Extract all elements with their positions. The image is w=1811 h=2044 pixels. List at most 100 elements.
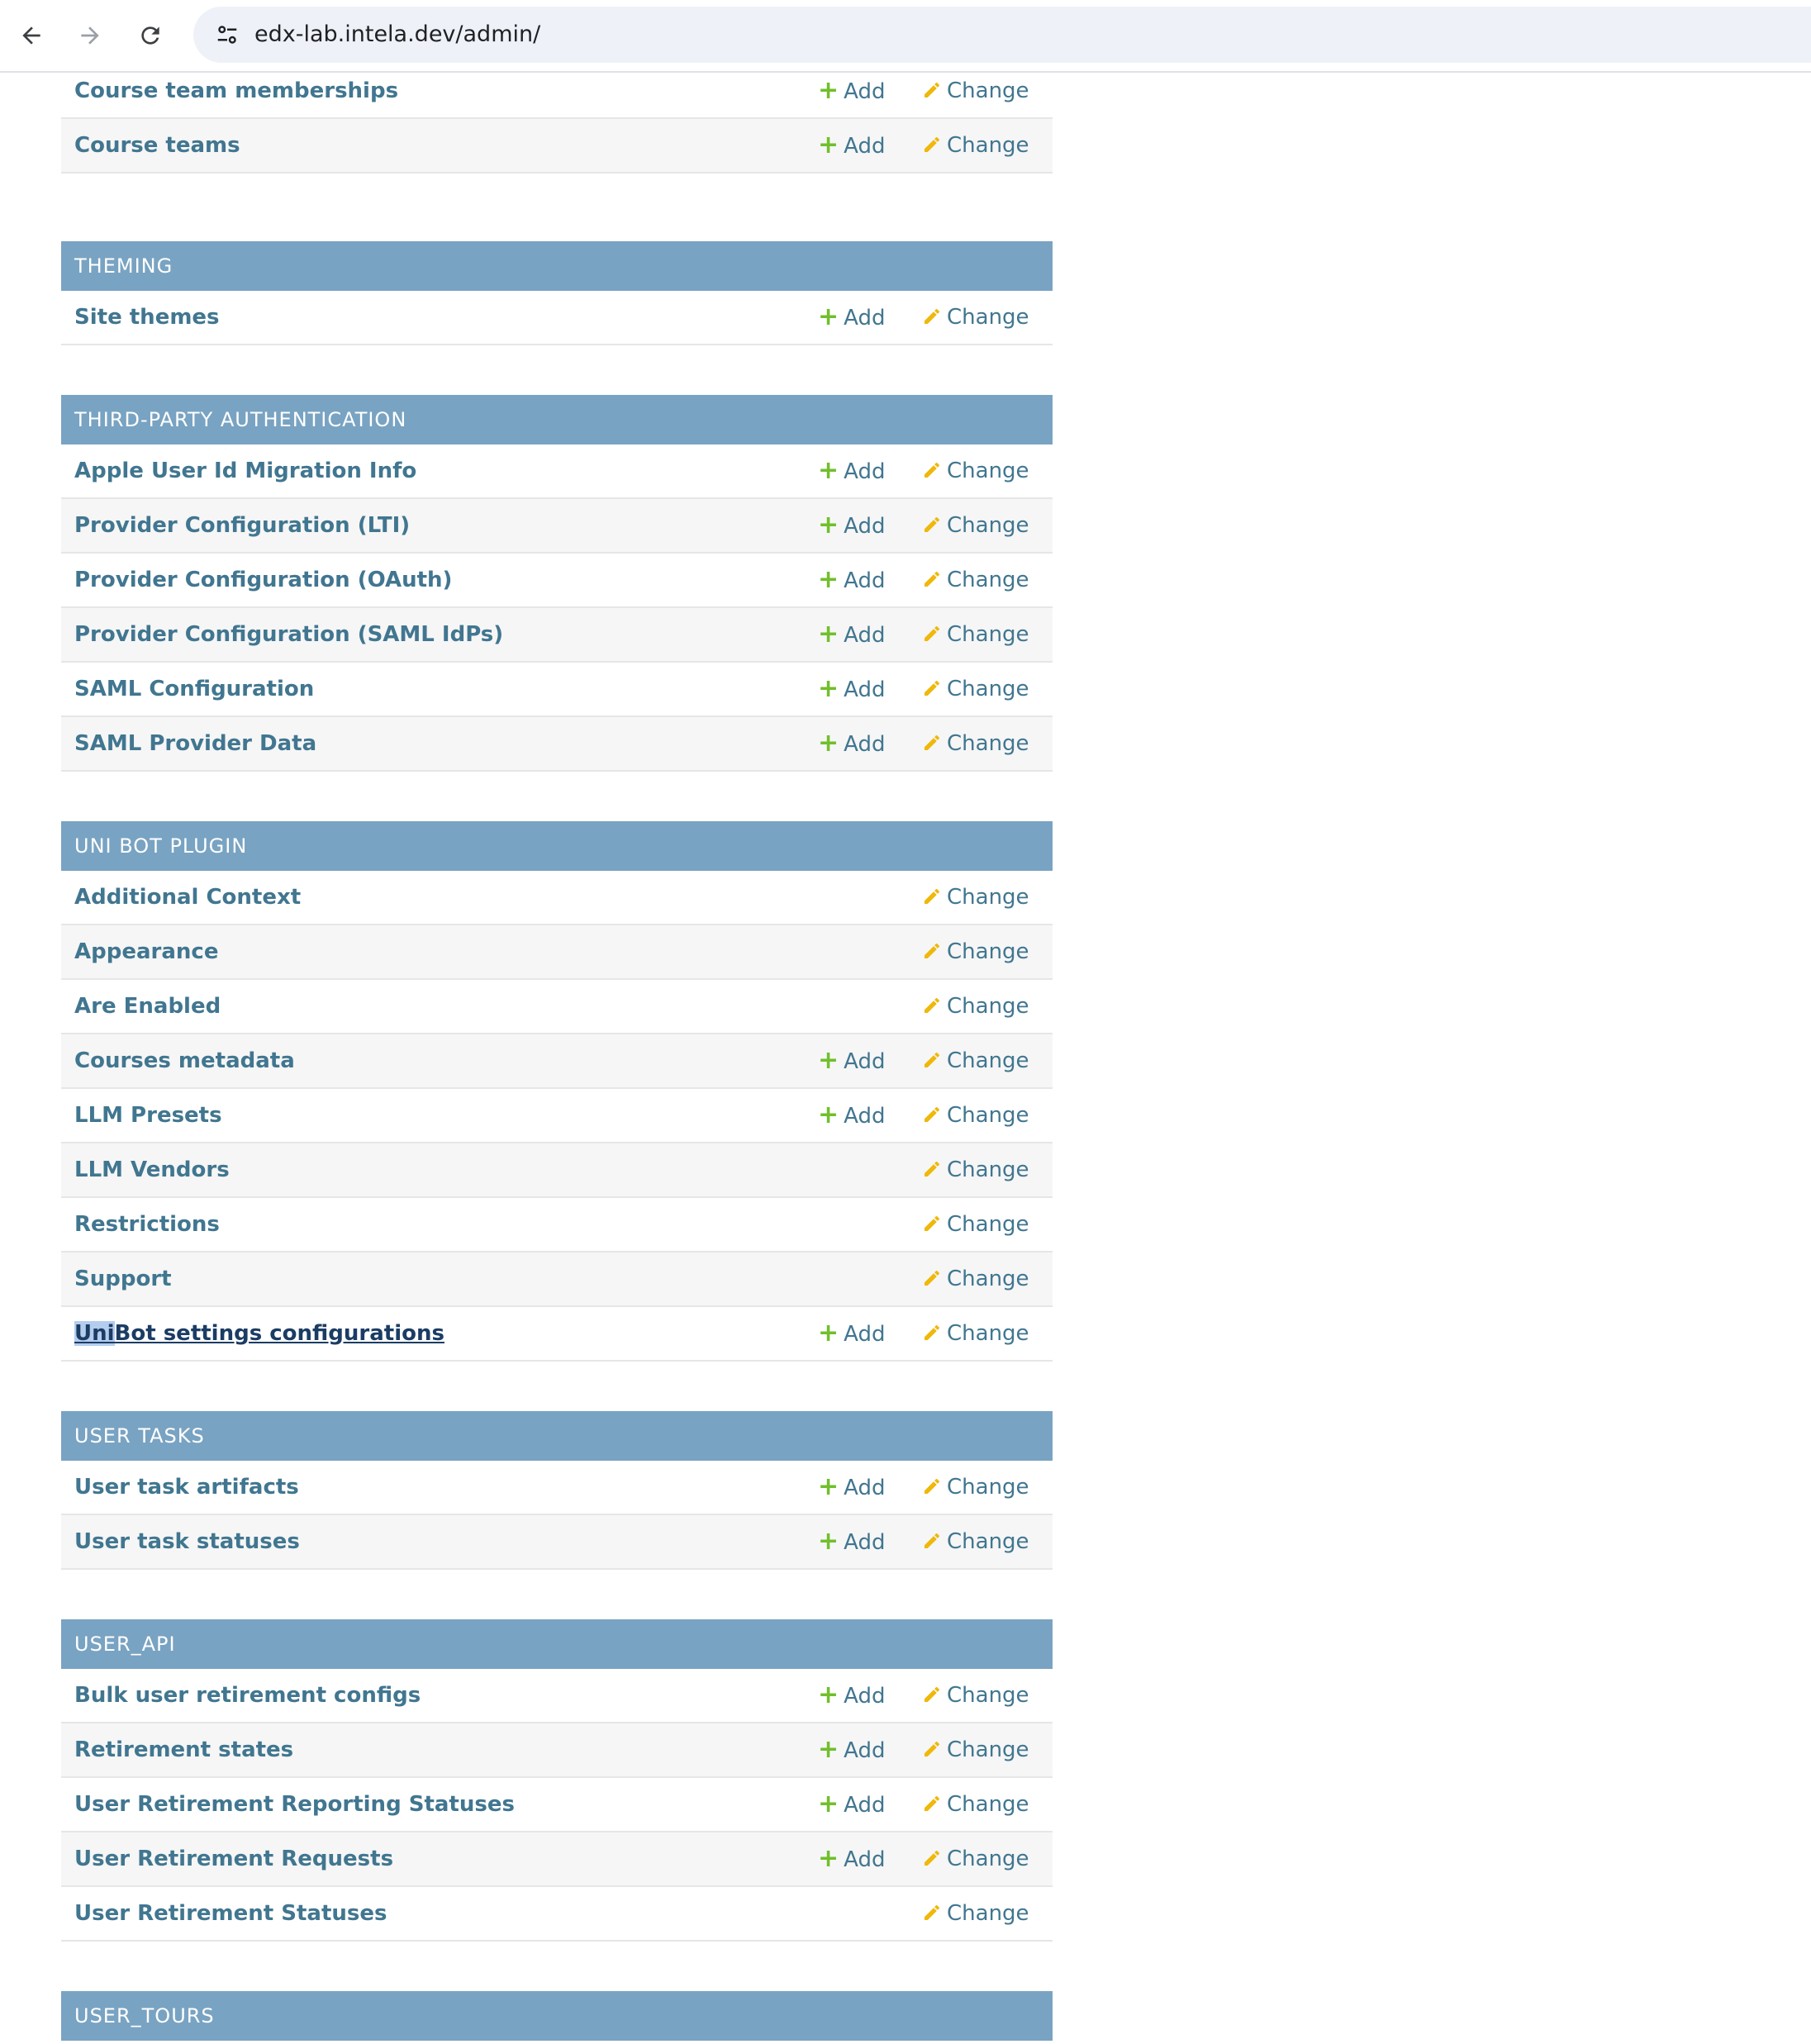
arrow-left-icon — [22, 26, 40, 45]
change-link[interactable]: Change — [922, 1887, 1029, 1940]
model-link[interactable]: Appearance — [74, 925, 218, 978]
model-row: Additional Context Change — [61, 871, 1053, 925]
model-link[interactable]: SAML Configuration — [74, 663, 314, 715]
add-link[interactable]: + Add — [818, 1089, 885, 1143]
model-link[interactable]: UniBot settings configurations — [74, 1307, 444, 1360]
change-label: Change — [947, 305, 1029, 330]
add-link[interactable]: + Add — [818, 119, 885, 173]
model-link[interactable]: Course teams — [74, 119, 240, 172]
change-label: Change — [947, 1267, 1029, 1291]
model-row: User task artifacts + Add Change — [61, 1461, 1053, 1515]
model-link[interactable]: User task artifacts — [74, 1461, 299, 1514]
add-link[interactable]: + Add — [818, 499, 885, 553]
change-link[interactable]: Change — [922, 1723, 1029, 1776]
model-link[interactable]: User Retirement Reporting Statuses — [74, 1778, 515, 1831]
change-link[interactable]: Change — [922, 608, 1029, 661]
model-link[interactable]: SAML Provider Data — [74, 717, 316, 770]
pencil-icon — [925, 626, 939, 641]
model-link[interactable]: Are Enabled — [74, 980, 221, 1033]
add-link[interactable]: + Add — [818, 1034, 885, 1088]
add-link[interactable]: + Add — [818, 444, 885, 498]
change-link[interactable]: Change — [922, 1089, 1029, 1142]
change-link[interactable]: Change — [922, 291, 1029, 344]
change-link[interactable]: Change — [922, 1515, 1029, 1568]
change-link[interactable]: Change — [922, 925, 1029, 978]
model-link[interactable]: Provider Configuration (LTI) — [74, 499, 410, 552]
add-label: Add — [844, 1847, 886, 1872]
address-bar[interactable]: edx-lab.intela.dev/admin/ — [193, 7, 1811, 63]
pencil-icon — [925, 889, 939, 904]
model-link[interactable]: Courses metadata — [74, 1034, 295, 1087]
model-link[interactable]: Retirement states — [74, 1723, 293, 1776]
pencil-icon — [925, 83, 939, 97]
change-link[interactable]: Change — [922, 554, 1029, 606]
model-row: SAML Configuration + Add Change — [61, 663, 1053, 717]
model-link[interactable]: Site themes — [74, 291, 220, 344]
add-link[interactable]: + Add — [818, 291, 885, 345]
change-label: Change — [947, 994, 1029, 1019]
change-link[interactable]: Change — [922, 1832, 1029, 1885]
add-link[interactable]: + Add — [818, 1778, 885, 1832]
add-link[interactable]: + Add — [818, 1723, 885, 1777]
add-link[interactable]: + Add — [818, 1515, 885, 1569]
change-label: Change — [947, 78, 1029, 103]
plus-icon: + — [818, 1680, 839, 1709]
change-link[interactable]: Change — [922, 980, 1029, 1033]
reload-button[interactable] — [130, 15, 171, 56]
change-link[interactable]: Change — [922, 1669, 1029, 1722]
change-link[interactable]: Change — [922, 1143, 1029, 1196]
change-link[interactable]: Change — [922, 1307, 1029, 1360]
change-label: Change — [947, 1683, 1029, 1708]
model-link[interactable]: Additional Context — [74, 871, 301, 924]
change-link[interactable]: Change — [922, 871, 1029, 924]
add-link[interactable]: + Add — [818, 1669, 885, 1723]
change-link[interactable]: Change — [922, 1198, 1029, 1251]
add-link[interactable]: + Add — [818, 554, 885, 607]
site-info-button[interactable] — [210, 17, 245, 52]
module-caption[interactable]: USER_TOURS — [61, 1991, 1053, 2041]
model-link[interactable]: Course team memberships — [74, 73, 398, 117]
model-link[interactable]: LLM Vendors — [74, 1143, 230, 1196]
change-link[interactable]: Change — [922, 1034, 1029, 1087]
change-link[interactable]: Change — [922, 717, 1029, 770]
module-caption[interactable]: THIRD-PARTY AUTHENTICATION — [61, 395, 1053, 444]
pencil-icon — [925, 463, 939, 478]
add-link[interactable]: + Add — [818, 663, 885, 716]
change-link[interactable]: Change — [922, 1253, 1029, 1305]
model-link[interactable]: Provider Configuration (SAML IdPs) — [74, 608, 503, 661]
module-caption[interactable]: UNI BOT PLUGIN — [61, 821, 1053, 871]
plus-icon: + — [818, 1100, 839, 1129]
model-link[interactable]: Support — [74, 1253, 172, 1305]
change-link[interactable]: Change — [922, 73, 1029, 117]
add-label: Add — [844, 1738, 886, 1763]
model-link[interactable]: Provider Configuration (OAuth) — [74, 554, 452, 606]
model-link[interactable]: User task statuses — [74, 1515, 300, 1568]
add-link[interactable]: + Add — [818, 73, 885, 118]
add-link[interactable]: + Add — [818, 1307, 885, 1361]
change-link[interactable]: Change — [922, 1461, 1029, 1514]
add-link[interactable]: + Add — [818, 717, 885, 771]
model-link[interactable]: Restrictions — [74, 1198, 220, 1251]
model-link[interactable]: Apple User Id Migration Info — [74, 444, 416, 497]
back-button[interactable] — [11, 15, 52, 56]
plus-icon: + — [818, 511, 839, 540]
change-link[interactable]: Change — [922, 499, 1029, 552]
module-caption[interactable]: USER_API — [61, 1619, 1053, 1669]
change-link[interactable]: Change — [922, 119, 1029, 172]
url-text[interactable]: edx-lab.intela.dev/admin/ — [254, 7, 540, 63]
module-caption[interactable]: THEMING — [61, 241, 1053, 291]
module-caption[interactable]: USER TASKS — [61, 1411, 1053, 1461]
change-link[interactable]: Change — [922, 663, 1029, 715]
add-link[interactable]: + Add — [818, 1832, 885, 1886]
model-link[interactable]: User Retirement Requests — [74, 1832, 393, 1885]
plus-icon: + — [818, 76, 839, 105]
model-row: Support Change — [61, 1253, 1053, 1307]
forward-button[interactable] — [69, 15, 111, 56]
model-link[interactable]: Bulk user retirement configs — [74, 1669, 421, 1722]
model-link[interactable]: User Retirement Statuses — [74, 1887, 387, 1940]
change-link[interactable]: Change — [922, 1778, 1029, 1831]
change-link[interactable]: Change — [922, 444, 1029, 497]
add-link[interactable]: + Add — [818, 608, 885, 662]
model-link[interactable]: LLM Presets — [74, 1089, 222, 1142]
add-link[interactable]: + Add — [818, 1461, 885, 1514]
